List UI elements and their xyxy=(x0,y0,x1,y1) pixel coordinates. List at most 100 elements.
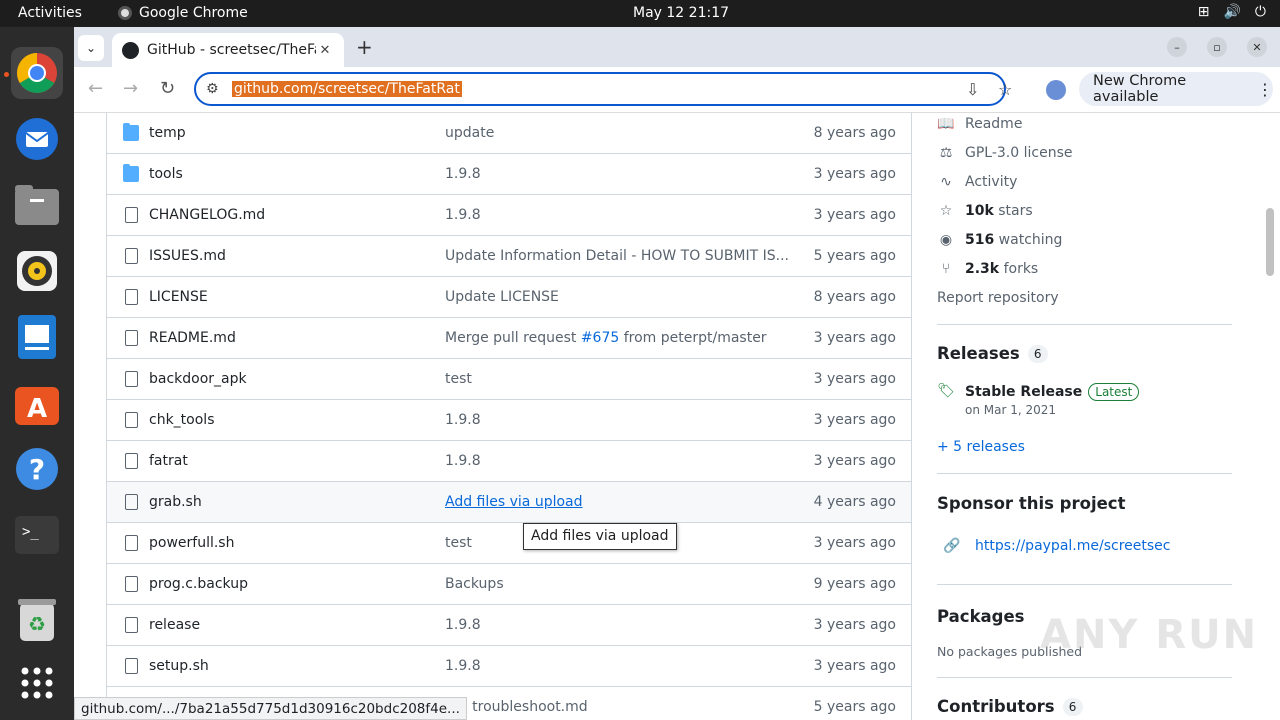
more-releases-link[interactable]: + 5 releases xyxy=(937,439,1025,455)
minimize-button[interactable]: – xyxy=(1167,37,1187,57)
file-name[interactable]: grab.sh xyxy=(149,494,202,510)
files-icon[interactable] xyxy=(11,179,63,231)
commit-message-text[interactable]: from peterpt/master xyxy=(619,330,767,346)
terminal-icon[interactable]: >_ xyxy=(11,509,63,561)
latest-release[interactable]: 🏷 Stable Release Latest on Mar 1, 2021 xyxy=(937,383,1140,417)
file-name[interactable]: CHANGELOG.md xyxy=(149,207,265,223)
clock[interactable]: May 12 21:17 xyxy=(633,5,729,21)
system-top-bar: Activities Google Chrome May 12 21:17 ⊞ … xyxy=(0,0,1280,27)
contributors-heading[interactable]: Contributors 6 xyxy=(937,697,1083,716)
commit-message[interactable]: Update Information Detail - HOW TO SUBMI… xyxy=(445,248,789,264)
forward-button[interactable]: → xyxy=(123,78,138,99)
dock: A ? >_ ♻ xyxy=(0,27,74,720)
file-name[interactable]: LICENSE xyxy=(149,289,208,305)
commit-message[interactable]: Update LICENSE xyxy=(445,289,559,305)
url-text[interactable]: github.com/screetsec/TheFatRat xyxy=(232,81,462,97)
commit-message[interactable]: 1.9.8 xyxy=(445,658,481,674)
new-chrome-available-button[interactable]: New Chrome available ⋮ xyxy=(1079,72,1273,106)
back-button[interactable]: ← xyxy=(88,78,103,99)
app-grid-icon[interactable] xyxy=(11,657,63,709)
table-row[interactable]: CHANGELOG.md 1.9.8 3 years ago xyxy=(107,195,911,236)
file-name[interactable]: prog.c.backup xyxy=(149,576,248,592)
table-row[interactable]: release 1.9.8 3 years ago xyxy=(107,605,911,646)
file-name[interactable]: chk_tools xyxy=(149,412,214,428)
sponsor-link[interactable]: 🔗 https://paypal.me/screetsec xyxy=(937,538,1170,554)
watching-count: 516 xyxy=(965,232,995,248)
commit-message[interactable]: 1.9.8 xyxy=(445,412,481,428)
commit-message[interactable]: Add files via upload xyxy=(445,494,583,510)
forks-link[interactable]: ⑂ 2.3k forks xyxy=(937,261,1038,277)
divider xyxy=(937,677,1232,678)
file-name[interactable]: README.md xyxy=(149,330,236,346)
commit-message[interactable]: 1.9.8 xyxy=(445,453,481,469)
maximize-button[interactable]: ▫ xyxy=(1207,37,1227,57)
table-row[interactable]: temp update 8 years ago xyxy=(107,113,911,154)
report-repository-link[interactable]: Report repository xyxy=(937,290,1059,306)
help-icon[interactable]: ? xyxy=(11,443,63,495)
packages-heading[interactable]: Packages xyxy=(937,607,1025,626)
thunderbird-icon[interactable] xyxy=(11,113,63,165)
tab-github[interactable]: GitHub - screetsec/TheFatRat ✕ xyxy=(112,33,344,67)
table-row[interactable]: ISSUES.md Update Information Detail - HO… xyxy=(107,236,911,277)
activities-button[interactable]: Activities xyxy=(18,5,82,21)
file-name[interactable]: release xyxy=(149,617,200,633)
license-link[interactable]: ⚖ GPL-3.0 license xyxy=(937,145,1073,161)
table-row[interactable]: chk_tools 1.9.8 3 years ago xyxy=(107,400,911,441)
bookmark-star-icon[interactable]: ☆ xyxy=(998,80,1012,99)
trash-icon[interactable]: ♻ xyxy=(11,593,63,645)
sponsor-url[interactable]: https://paypal.me/screetsec xyxy=(975,538,1170,554)
link-status-bar: github.com/.../7ba21a55d775d1d30916c20bd… xyxy=(74,697,467,720)
divider xyxy=(937,324,1232,325)
table-row[interactable]: fatrat 1.9.8 3 years ago xyxy=(107,441,911,482)
rhythmbox-icon[interactable] xyxy=(11,245,63,297)
commit-message[interactable]: 1.9.8 xyxy=(445,166,481,182)
commit-message-text[interactable]: Merge pull request xyxy=(445,330,581,346)
table-row[interactable]: backdoor_apk test 3 years ago xyxy=(107,359,911,400)
activity-link[interactable]: ∿ Activity xyxy=(937,174,1017,190)
software-center-icon[interactable]: A xyxy=(11,377,63,429)
file-name[interactable]: ISSUES.md xyxy=(149,248,226,264)
commit-message[interactable]: test xyxy=(445,535,472,551)
commit-message: Merge pull request #675 from peterpt/mas… xyxy=(445,330,767,346)
stars-link[interactable]: ☆ 10k stars xyxy=(937,203,1033,219)
close-window-button[interactable]: ✕ xyxy=(1247,37,1267,57)
table-row[interactable]: LICENSE Update LICENSE 8 years ago xyxy=(107,277,911,318)
app-menu[interactable]: Google Chrome xyxy=(118,5,248,21)
pull-request-link[interactable]: #675 xyxy=(581,330,619,346)
commit-message[interactable]: Backups xyxy=(445,576,504,592)
site-info-icon[interactable]: ⚙ xyxy=(206,81,219,97)
release-name[interactable]: Stable Release xyxy=(965,384,1082,400)
table-row[interactable]: README.md Merge pull request #675 from p… xyxy=(107,318,911,359)
page-scrollbar[interactable] xyxy=(1266,208,1274,276)
commit-message[interactable]: 1.9.8 xyxy=(445,617,481,633)
watching-link[interactable]: ◉ 516 watching xyxy=(937,232,1063,248)
address-bar[interactable]: ⚙ github.com/screetsec/TheFatRat ⇩ ☆ xyxy=(194,72,1012,106)
file-name[interactable]: powerfull.sh xyxy=(149,535,234,551)
kebab-menu-icon[interactable]: ⋮ xyxy=(1257,80,1273,99)
file-name[interactable]: temp xyxy=(149,125,186,141)
file-name[interactable]: fatrat xyxy=(149,453,188,469)
writer-icon[interactable] xyxy=(11,311,63,363)
releases-heading[interactable]: Releases 6 xyxy=(937,344,1048,363)
table-row[interactable]: tools 1.9.8 3 years ago xyxy=(107,154,911,195)
install-app-icon[interactable]: ⇩ xyxy=(966,80,979,99)
table-row[interactable]: powerfull.sh test 3 years ago xyxy=(107,523,911,564)
chrome-icon[interactable] xyxy=(11,47,63,99)
new-tab-button[interactable]: + xyxy=(356,35,373,59)
file-name[interactable]: backdoor_apk xyxy=(149,371,247,387)
close-tab-icon[interactable]: ✕ xyxy=(316,43,334,58)
profile-avatar[interactable] xyxy=(1046,80,1066,100)
commit-message[interactable]: update xyxy=(445,125,494,141)
readme-link[interactable]: 📖 Readme xyxy=(937,116,1022,132)
reload-button[interactable]: ↻ xyxy=(160,78,175,99)
file-name[interactable]: tools xyxy=(149,166,183,182)
file-name[interactable]: setup.sh xyxy=(149,658,209,674)
commit-age: 3 years ago xyxy=(813,207,896,223)
tab-search-button[interactable]: ⌄ xyxy=(78,35,104,61)
system-tray[interactable]: ⊞ 🔊 ⏻ xyxy=(1198,4,1266,20)
table-row[interactable]: grab.sh Add files via upload 4 years ago xyxy=(107,482,911,523)
table-row[interactable]: prog.c.backup Backups 9 years ago xyxy=(107,564,911,605)
commit-message[interactable]: test xyxy=(445,371,472,387)
table-row[interactable]: setup.sh 1.9.8 3 years ago xyxy=(107,646,911,687)
commit-message[interactable]: 1.9.8 xyxy=(445,207,481,223)
